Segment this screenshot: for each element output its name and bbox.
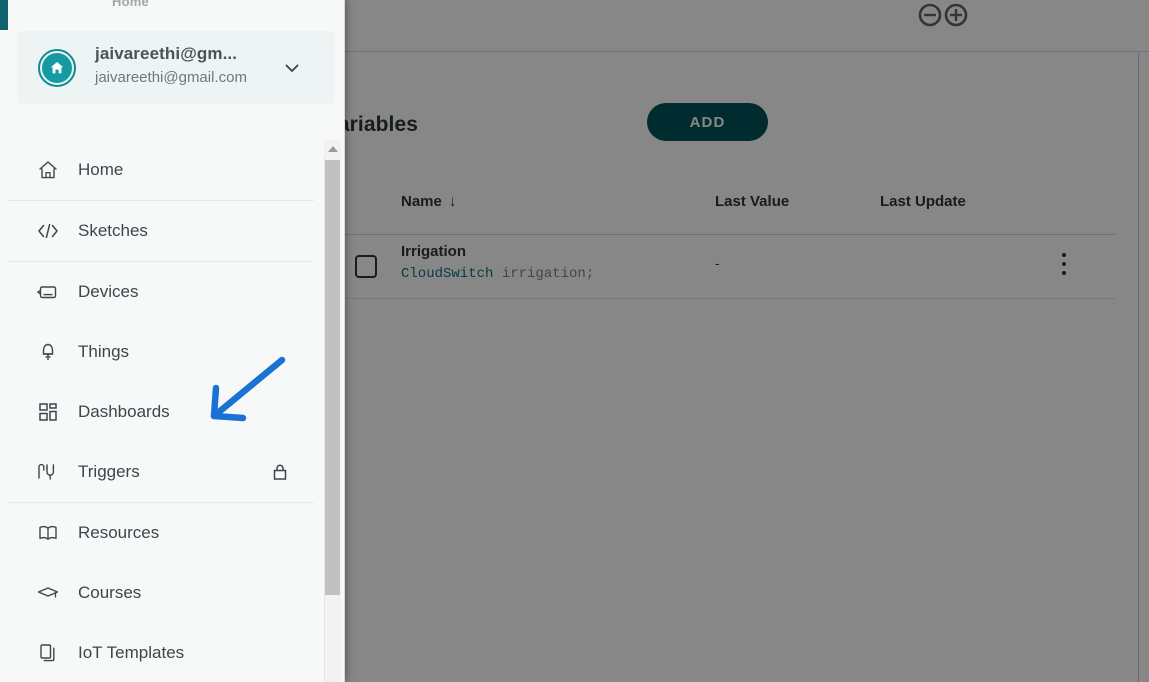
home-icon xyxy=(50,62,64,74)
sidebar-scrollbar-thumb[interactable] xyxy=(325,160,340,595)
account-display-name: jaivareethi@gm... xyxy=(95,44,238,63)
graduation-cap-icon xyxy=(36,581,60,605)
arrow-down-icon: ↓ xyxy=(448,193,457,210)
drawer-accent-bar xyxy=(0,0,8,30)
sidebar-item-label: Devices xyxy=(78,282,139,301)
account-card[interactable]: jaivareethi@gm... jaivareethi@gmail.com xyxy=(17,31,335,104)
sidebar-nav-list: Home Sketches Devices Things Dashboards … xyxy=(0,140,322,682)
sidebar-item-home[interactable]: Home xyxy=(0,140,322,200)
thing-bulb-icon xyxy=(36,340,60,364)
kebab-dot xyxy=(1062,262,1066,266)
sidebar-item-label: IoT Templates xyxy=(78,643,185,662)
trigger-plug-icon xyxy=(36,460,60,484)
variable-last-value: - xyxy=(715,255,720,271)
avatar-disc xyxy=(42,53,72,83)
sidebar-item-devices[interactable]: Devices xyxy=(0,262,322,322)
column-header-name[interactable]: Name ↓ xyxy=(401,193,456,210)
variable-declaration: CloudSwitch irrigation; xyxy=(401,266,594,282)
screen: Cloud Variables ADD Name↓ Last Value Las… xyxy=(0,0,1149,682)
sidebar-item-label: Resources xyxy=(78,523,160,542)
home-icon xyxy=(36,158,60,182)
sidebar-item-triggers[interactable]: Triggers xyxy=(0,442,322,502)
device-chip-icon xyxy=(36,280,60,304)
sidebar-scroll-area: Home Sketches Devices Things Dashboards … xyxy=(0,140,345,682)
variable-identifier: irrigation; xyxy=(493,266,595,282)
lock-icon xyxy=(273,464,287,480)
sidebar-item-things[interactable]: Things xyxy=(0,322,322,382)
variable-type: CloudSwitch xyxy=(401,266,494,282)
row-checkbox[interactable] xyxy=(355,255,377,278)
clipped-page-title: Home xyxy=(112,0,149,9)
arduino-infinity-logo xyxy=(918,3,968,27)
navigation-drawer: Home jaivareethi@gm... jaivareethi@gmail… xyxy=(0,0,345,682)
sidebar-item-label: Sketches xyxy=(78,221,148,240)
column-header-name-label: Name xyxy=(401,193,442,210)
book-icon xyxy=(36,521,60,545)
variable-name: Irrigation xyxy=(401,243,467,260)
avatar xyxy=(38,49,76,87)
kebab-dot xyxy=(1062,271,1066,275)
kebab-dot xyxy=(1062,253,1066,257)
drawer-edge xyxy=(344,0,345,682)
account-email: jaivareethi@gmail.com xyxy=(95,69,247,86)
sidebar-item-label: Triggers xyxy=(78,462,140,481)
scroll-up-arrow-icon[interactable] xyxy=(324,140,341,157)
sidebar-item-label: Dashboards xyxy=(78,402,170,421)
grid-icon xyxy=(36,400,60,424)
copy-docs-icon xyxy=(36,641,60,665)
sidebar-item-label: Courses xyxy=(78,583,142,602)
sidebar-item-courses[interactable]: Courses xyxy=(0,563,322,623)
sidebar-item-iot-templates[interactable]: IoT Templates xyxy=(0,623,322,682)
kebab-menu-icon[interactable] xyxy=(1054,253,1074,279)
chevron-down-icon[interactable] xyxy=(283,59,301,77)
code-icon xyxy=(36,219,60,243)
sidebar-item-resources[interactable]: Resources xyxy=(0,503,322,563)
add-button[interactable]: ADD xyxy=(647,103,768,141)
scroll-up-triangle xyxy=(327,145,338,152)
sidebar-item-label: Home xyxy=(78,160,124,179)
sidebar-item-label: Things xyxy=(78,342,130,361)
column-header-last-update[interactable]: Last Update xyxy=(880,193,966,210)
sidebar-item-sketches[interactable]: Sketches xyxy=(0,201,322,261)
column-header-last-value[interactable]: Last Value xyxy=(715,193,789,210)
sidebar-item-dashboards[interactable]: Dashboards xyxy=(0,382,322,442)
drawer-top-strip xyxy=(8,0,345,4)
